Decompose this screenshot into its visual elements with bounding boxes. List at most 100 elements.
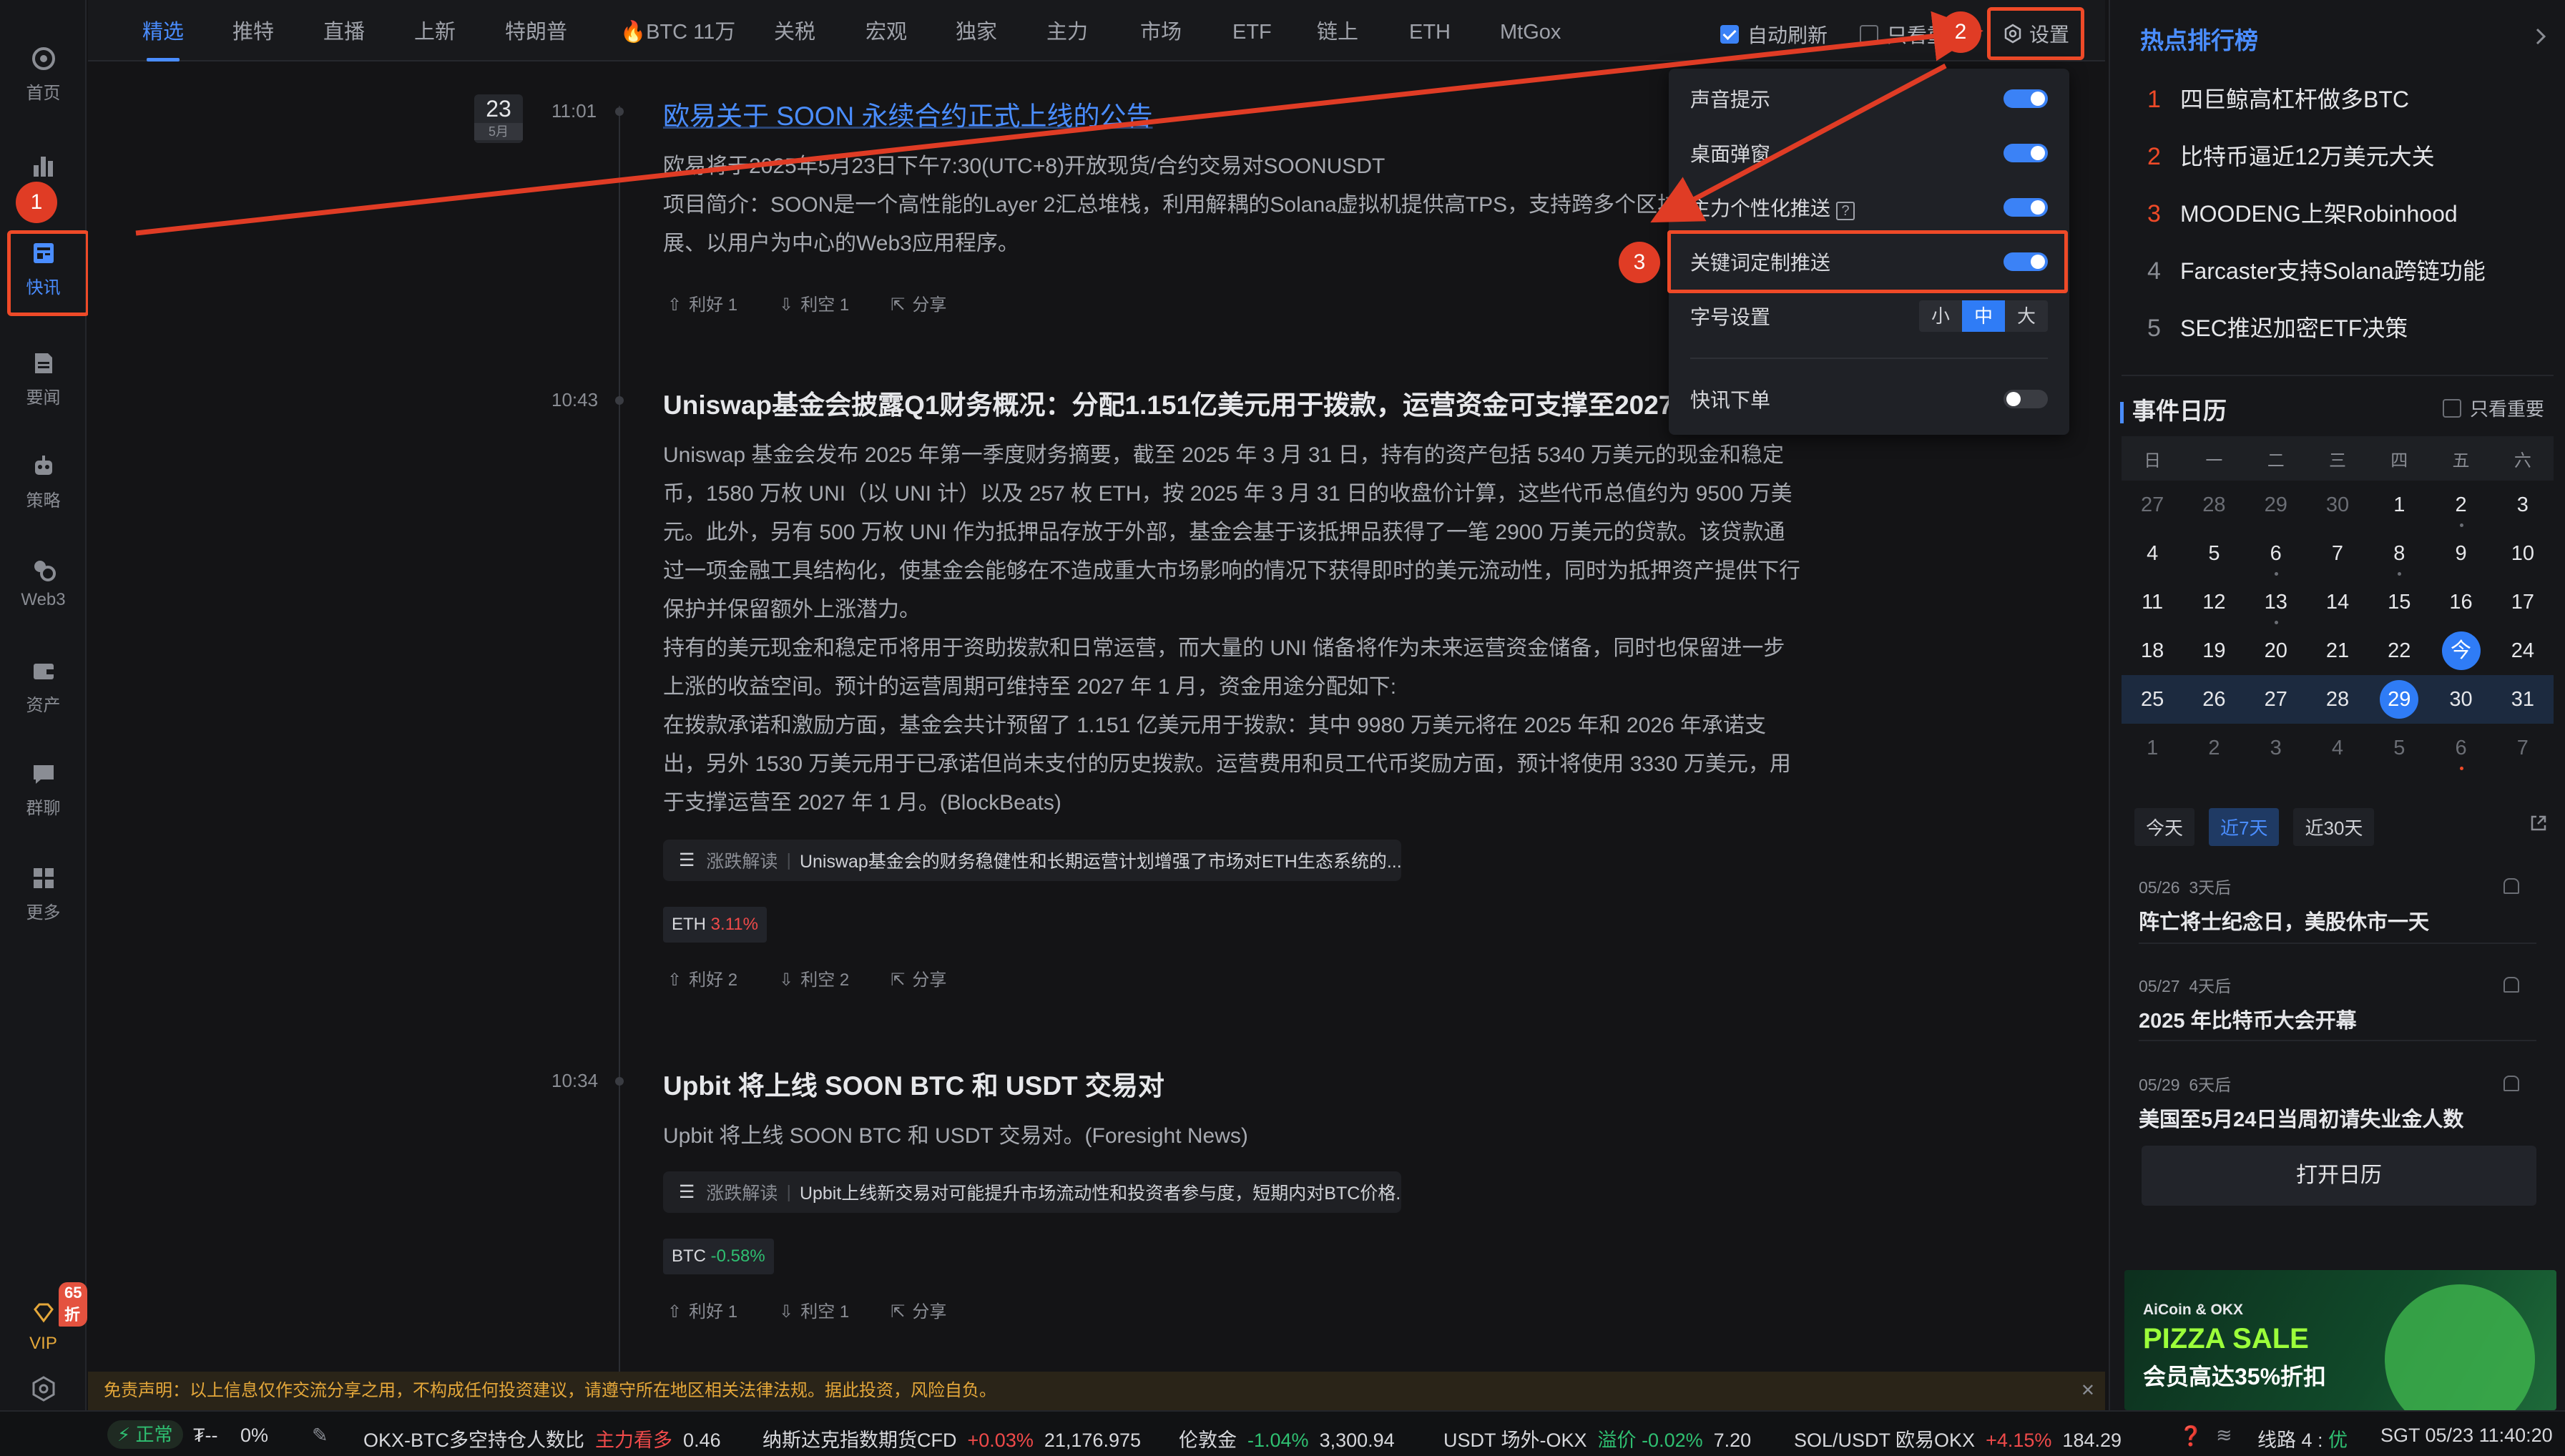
calendar-day[interactable]: 30	[2430, 688, 2491, 712]
calendar-day[interactable]: 7	[2492, 737, 2554, 760]
calendar-day[interactable]: 31	[2492, 688, 2554, 712]
bell-icon[interactable]	[2503, 878, 2519, 894]
range-tab-7days[interactable]: 近7天	[2209, 808, 2280, 846]
promo-subtitle: 会员高达35%折扣	[2143, 1364, 2327, 1389]
calendar-day[interactable]: 6	[2245, 542, 2307, 576]
calendar-day[interactable]: 17	[2492, 591, 2554, 614]
ticker-okx-ratio[interactable]: OKX-BTC多空持仓人数比 主力看多 0.46	[363, 1425, 721, 1452]
calendar-day[interactable]: 26	[2183, 688, 2245, 712]
network-line[interactable]: 线路 4 : 优	[2257, 1425, 2348, 1452]
help-icon[interactable]: ❓	[2179, 1425, 2203, 1447]
disclaimer-bar: 免责声明：以上信息仅作交流分享之用，不构成任何投资建议，请遵守所在地区相关法律法…	[88, 1372, 2105, 1410]
asset-value: ₮--	[193, 1425, 218, 1446]
hot-item[interactable]: 4 Farcaster支持Solana跨链功能	[2147, 253, 2486, 286]
calendar-day[interactable]: 28	[2307, 688, 2368, 712]
calendar-day[interactable]: 27	[2122, 493, 2183, 517]
weekday-label: 日	[2144, 451, 2162, 471]
ticker-sol-usdt[interactable]: SOL/USDT 欧易OKX +4.15% 184.29	[1794, 1425, 2122, 1452]
calendar-day-selected[interactable]: 29	[2368, 680, 2430, 719]
callout-number: 3	[1619, 242, 1660, 283]
calendar-week: 18 19 20 21 22 今 24	[2122, 626, 2554, 675]
calendar-day[interactable]: 27	[2245, 688, 2307, 712]
wifi-icon: ≋	[2216, 1425, 2232, 1446]
calendar-day[interactable]: 20	[2245, 639, 2307, 663]
weekday-label: 四	[2390, 451, 2408, 471]
divider	[2139, 943, 2536, 944]
edit-icon[interactable]: ✎	[312, 1425, 328, 1447]
calendar-day[interactable]: 1	[2368, 493, 2430, 517]
calendar-day[interactable]: 25	[2122, 688, 2183, 712]
today-marker: 今	[2441, 631, 2481, 670]
arrow-2-to-3	[1650, 63, 1947, 223]
calendar-day[interactable]: 8	[2368, 542, 2430, 576]
calendar-day[interactable]: 5	[2183, 542, 2245, 566]
divider	[2122, 375, 2554, 376]
calendar-day[interactable]: 30	[2307, 493, 2368, 517]
calendar-day-today[interactable]: 今	[2430, 631, 2491, 670]
close-icon[interactable]: ✕	[2081, 1372, 2095, 1410]
calendar-day[interactable]: 10	[2492, 542, 2554, 566]
event-range-tabs: 今天 近7天 近30天	[2134, 808, 2375, 846]
event-name: 2025 年比特币大会开幕	[2139, 1010, 2357, 1033]
calendar-day[interactable]: 9	[2430, 542, 2491, 566]
calendar-day[interactable]: 18	[2122, 639, 2183, 663]
hot-ranking-title[interactable]: 热点排行榜	[2140, 21, 2258, 56]
event-item[interactable]: 05/29 6天后 美国至5月24日当周初请失业金人数	[2139, 1071, 2539, 1133]
external-link-icon[interactable]	[2529, 814, 2548, 832]
calendar-day[interactable]: 1	[2122, 737, 2183, 760]
weekday-label: 二	[2267, 451, 2285, 471]
hot-item[interactable]: 3 MOODENG上架Robinhood	[2147, 196, 2458, 229]
calendar-day[interactable]: 5	[2368, 737, 2430, 760]
open-calendar-button[interactable]: 打开日历	[2142, 1146, 2536, 1206]
only-important-label: 只看重要	[2470, 398, 2545, 420]
ticker-nasdaq[interactable]: 纳斯达克指数期货CFD +0.03% 21,176.975	[762, 1425, 1141, 1452]
calendar-day[interactable]: 2	[2183, 737, 2245, 760]
calendar-day[interactable]: 4	[2307, 737, 2368, 760]
calendar-week: 27 28 29 30 1 2 3	[2122, 481, 2554, 529]
calendar-day[interactable]: 21	[2307, 639, 2368, 663]
calendar-day[interactable]: 16	[2430, 591, 2491, 614]
hot-item[interactable]: 2 比特币逼近12万美元大关	[2147, 139, 2435, 172]
calendar-day[interactable]: 22	[2368, 639, 2430, 663]
hot-item[interactable]: 5 SEC推迟加密ETF决策	[2147, 310, 2408, 343]
calendar-day[interactable]: 7	[2307, 542, 2368, 566]
calendar-day[interactable]: 3	[2492, 493, 2554, 517]
hot-item[interactable]: 1 四巨鲸高杠杆做多BTC	[2147, 82, 2409, 114]
checkbox-unchecked	[2443, 398, 2461, 418]
pizza-graphic	[2385, 1284, 2535, 1410]
range-tab-30days[interactable]: 近30天	[2293, 808, 2375, 846]
calendar-day[interactable]: 2	[2430, 493, 2491, 527]
calendar-week: 1 2 3 4 5 6 7	[2122, 724, 2554, 772]
calendar-week: 11 12 13 14 15 16 17	[2122, 578, 2554, 626]
promo-brand: AiCoin & OKX	[2143, 1302, 2243, 1318]
weekday-label: 六	[2513, 451, 2531, 471]
calendar-day[interactable]: 28	[2183, 493, 2245, 517]
calendar-day[interactable]: 6	[2430, 737, 2491, 770]
bell-icon[interactable]	[2503, 1076, 2519, 1091]
bell-icon[interactable]	[2503, 977, 2519, 993]
ticker-usdt-otc[interactable]: USDT 场外-OKX 溢价 -0.02% 7.20	[1443, 1425, 1751, 1452]
calendar-day[interactable]: 15	[2368, 591, 2430, 614]
connection-status[interactable]: ⚡ 正常	[107, 1420, 183, 1449]
calendar-only-important-checkbox[interactable]: 只看重要	[2443, 395, 2544, 421]
calendar-day[interactable]: 13	[2245, 591, 2307, 624]
calendar-day[interactable]: 4	[2122, 542, 2183, 566]
calendar-day[interactable]: 24	[2492, 639, 2554, 663]
ticker-london-gold[interactable]: 伦敦金 -1.04% 3,300.94	[1179, 1425, 1395, 1452]
status-bar: ⚡ 正常 ₮-- 0% ✎ OKX-BTC多空持仓人数比 主力看多 0.46 纳…	[0, 1410, 2565, 1456]
calendar-day[interactable]: 29	[2245, 493, 2307, 517]
calendar-day[interactable]: 12	[2183, 591, 2245, 614]
calendar-day[interactable]: 14	[2307, 591, 2368, 614]
event-item[interactable]: 05/27 4天后 2025 年比特币大会开幕	[2139, 973, 2539, 1034]
calendar-day[interactable]: 19	[2183, 639, 2245, 663]
promo-banner[interactable]: AiCoin & OKX PIZZA SALE 会员高达35%折扣	[2124, 1270, 2556, 1410]
event-meta: 05/29 6天后	[2139, 1076, 2232, 1094]
title-bar	[2120, 402, 2124, 424]
calendar-day[interactable]: 11	[2122, 591, 2183, 614]
event-item[interactable]: 05/26 3天后 阵亡将士纪念日，美股休市一天	[2139, 874, 2539, 935]
chevron-right-icon[interactable]	[2535, 27, 2546, 46]
range-tab-today[interactable]: 今天	[2134, 808, 2195, 846]
calendar-day[interactable]: 3	[2245, 737, 2307, 760]
asset-percent: 0%	[240, 1425, 269, 1446]
callout-number: 2	[1940, 11, 1981, 53]
